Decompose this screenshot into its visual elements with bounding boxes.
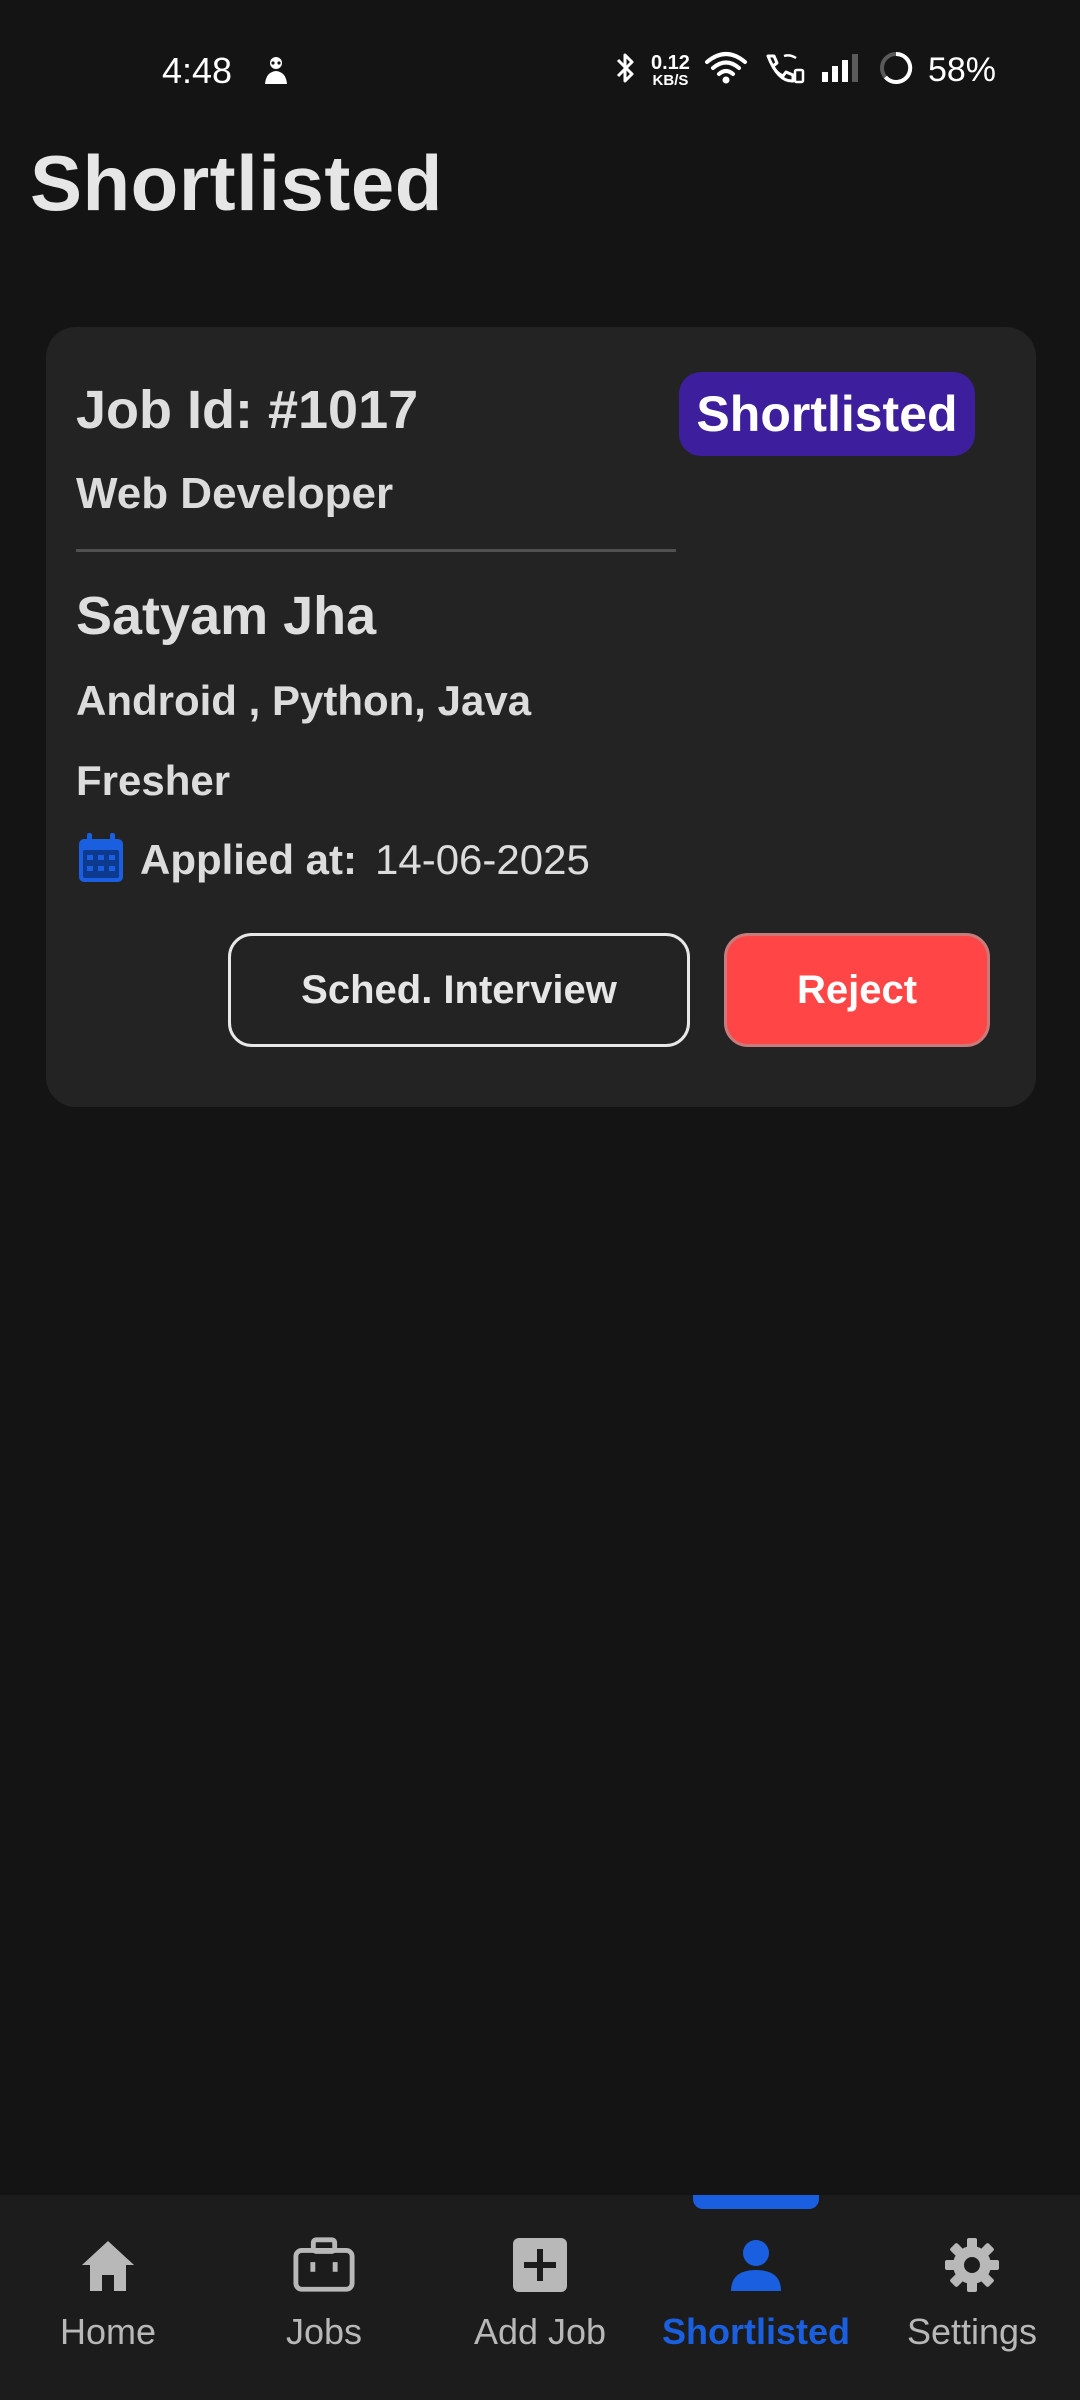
home-icon — [76, 2233, 140, 2297]
card-divider — [76, 549, 676, 552]
add-box-icon — [508, 2233, 572, 2297]
nav-item-add-job[interactable]: Add Job — [432, 2233, 648, 2373]
nav-label-shortlisted: Shortlisted — [661, 2311, 850, 2352]
nav-label-settings: Settings — [906, 2311, 1038, 2352]
app-screen: 4:48 0.12 KB/S 58% Shortlisted Job Id: #… — [0, 0, 1080, 2400]
network-speed: 0.12 KB/S — [651, 53, 690, 88]
status-time: 4:48 — [162, 50, 233, 91]
wifi-icon — [704, 50, 748, 91]
briefcase-icon — [292, 2233, 356, 2297]
bluetooth-icon — [613, 50, 637, 91]
active-tab-indicator — [693, 2195, 819, 2209]
applied-date-row: Applied at: 14-06-2025 — [76, 832, 590, 888]
applied-date: 14-06-2025 — [375, 836, 590, 883]
gear-icon — [940, 2233, 1004, 2297]
battery-icon — [878, 50, 914, 91]
reject-button[interactable]: Reject — [724, 933, 990, 1047]
status-bar: 4:48 0.12 KB/S 58% — [0, 0, 1080, 140]
notification-app-icon — [260, 54, 292, 88]
candidate-card: Job Id: #1017 Web Developer Shortlisted … — [46, 327, 1036, 1107]
job-title: Web Developer — [76, 469, 394, 518]
candidate-experience: Fresher — [76, 757, 231, 804]
candidate-skills: Android , Python, Java — [76, 677, 532, 724]
network-speed-value: 0.12 — [651, 51, 690, 74]
nav-item-home[interactable]: Home — [0, 2233, 216, 2373]
nav-label-jobs: Jobs — [285, 2311, 363, 2352]
nav-label-add-job: Add Job — [473, 2311, 607, 2352]
wifi-calling-icon — [762, 50, 806, 91]
signal-icon — [820, 52, 864, 89]
nav-label-home: Home — [59, 2311, 157, 2352]
page-title: Shortlisted — [30, 139, 443, 227]
nav-item-settings[interactable]: Settings — [864, 2233, 1080, 2373]
nav-item-shortlisted[interactable]: Shortlisted — [648, 2233, 864, 2373]
battery-percent: 58% — [927, 50, 996, 89]
bottom-navigation: Home Jobs Add Job Shortlisted Settings — [0, 2195, 1080, 2400]
person-icon — [724, 2233, 788, 2297]
status-icons: 0.12 KB/S 58% — [613, 48, 996, 92]
nav-item-jobs[interactable]: Jobs — [216, 2233, 432, 2373]
job-id: Job Id: #1017 — [76, 380, 419, 440]
network-speed-unit: KB/S — [652, 71, 689, 89]
status-badge: Shortlisted — [679, 372, 975, 456]
calendar-icon — [76, 831, 126, 890]
candidate-name: Satyam Jha — [76, 586, 377, 646]
applied-label: Applied at: — [140, 836, 357, 883]
schedule-interview-button[interactable]: Sched. Interview — [228, 933, 690, 1047]
